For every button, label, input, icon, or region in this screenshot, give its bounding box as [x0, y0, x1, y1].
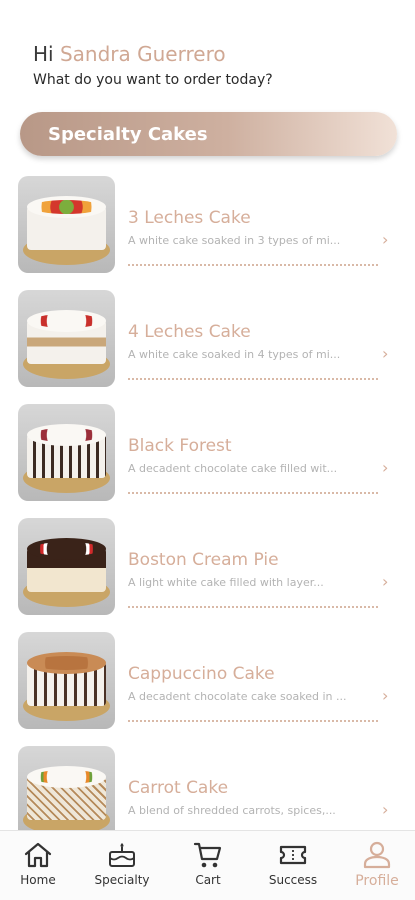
cake-name: Black Forest: [128, 436, 232, 456]
tab-cart[interactable]: Cart: [168, 841, 248, 887]
divider: [128, 264, 378, 266]
cake-description: A blend of shredded carrots, spices,...: [128, 804, 336, 817]
section-banner: Specialty Cakes: [20, 112, 397, 156]
divider: [128, 606, 378, 608]
section-title: Specialty Cakes: [48, 123, 208, 145]
cake-name: Boston Cream Pie: [128, 550, 279, 570]
divider: [128, 492, 378, 494]
tab-bar: Home Specialty Cart Success Profile: [0, 830, 415, 900]
cake-description: A decadent chocolate cake soaked in ...: [128, 690, 347, 703]
cake-item[interactable]: Boston Cream Pie A light white cake fill…: [0, 514, 415, 615]
greeting-subtitle: What do you want to order today?: [33, 72, 273, 88]
chevron-right-icon: ›: [382, 572, 389, 591]
cart-icon: [193, 842, 222, 868]
cake-item[interactable]: Cappuccino Cake A decadent chocolate cak…: [0, 628, 415, 729]
greeting-hi: Hi: [33, 42, 54, 66]
cake-description: A white cake soaked in 3 types of mi...: [128, 234, 341, 247]
cake-image: [18, 176, 115, 273]
cake-icon: [109, 843, 135, 867]
cake-name: 4 Leches Cake: [128, 322, 251, 342]
cake-description: A white cake soaked in 4 types of mi...: [128, 348, 341, 361]
chevron-right-icon: ›: [382, 230, 389, 249]
tab-profile[interactable]: Profile: [337, 841, 415, 889]
tab-success[interactable]: Success: [253, 841, 333, 887]
cake-item[interactable]: 3 Leches Cake A white cake soaked in 3 t…: [0, 172, 415, 273]
cake-item[interactable]: Black Forest A decadent chocolate cake f…: [0, 400, 415, 501]
greeting: Hi Sandra Guerrero What do you want to o…: [33, 42, 273, 88]
tab-specialty[interactable]: Specialty: [82, 841, 162, 887]
tab-label: Profile: [355, 873, 399, 889]
user-name: Sandra Guerrero: [59, 42, 226, 66]
tab-label: Home: [20, 873, 56, 887]
cake-list: 3 Leches Cake A white cake soaked in 3 t…: [0, 172, 415, 830]
cake-image: [18, 290, 115, 387]
cake-item[interactable]: Carrot Cake A blend of shredded carrots,…: [0, 742, 415, 830]
cake-image: [18, 632, 115, 729]
chevron-right-icon: ›: [382, 458, 389, 477]
chevron-right-icon: ›: [382, 800, 389, 819]
tab-label: Specialty: [94, 873, 150, 887]
divider: [128, 378, 378, 380]
cake-image: [18, 404, 115, 501]
chevron-right-icon: ›: [382, 344, 389, 363]
cake-image: [18, 518, 115, 615]
chevron-right-icon: ›: [382, 686, 389, 705]
greeting-line: Hi Sandra Guerrero: [33, 42, 273, 66]
tab-home[interactable]: Home: [0, 841, 78, 887]
cake-item[interactable]: 4 Leches Cake A white cake soaked in 4 t…: [0, 286, 415, 387]
cake-description: A decadent chocolate cake filled wit...: [128, 462, 338, 475]
divider: [128, 720, 378, 722]
tab-label: Success: [268, 873, 318, 887]
home-icon: [24, 842, 52, 868]
tab-label: Cart: [195, 873, 221, 887]
cake-description: A light white cake filled with layer...: [128, 576, 324, 589]
cake-image: [18, 746, 115, 830]
cake-name: Carrot Cake: [128, 778, 229, 798]
cake-name: Cappuccino Cake: [128, 664, 275, 684]
cake-name: 3 Leches Cake: [128, 208, 251, 228]
ticket-icon: [279, 845, 307, 865]
profile-icon: [363, 841, 391, 869]
